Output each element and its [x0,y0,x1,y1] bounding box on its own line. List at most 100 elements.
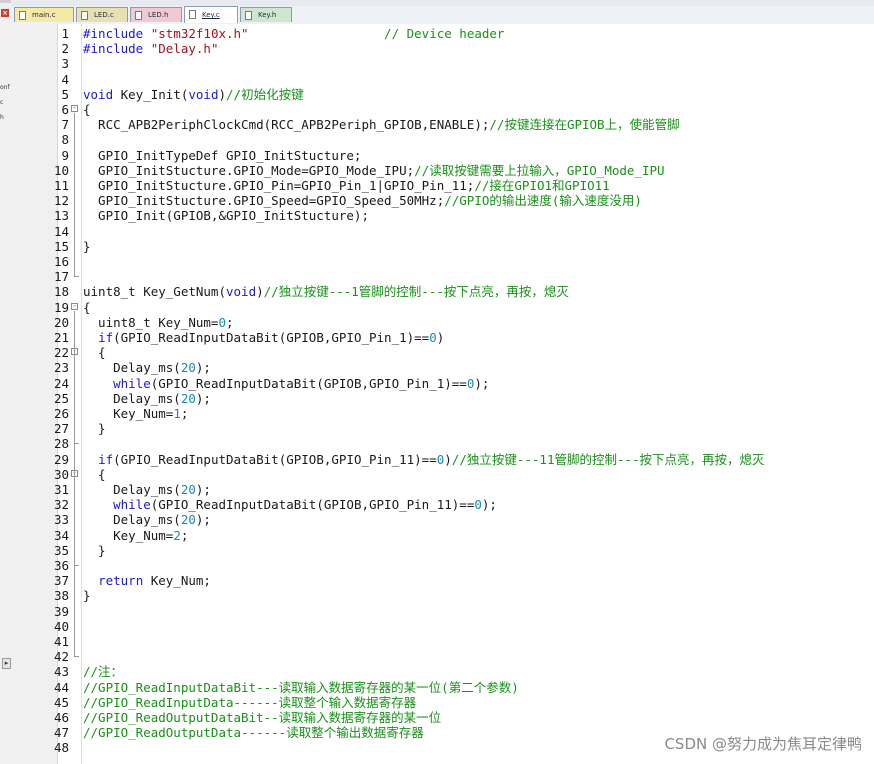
tab-key-c[interactable]: Key.c [184,6,238,23]
line-number: 13 [53,208,69,224]
line-number: 31 [53,482,69,497]
line-number: 45 [53,694,69,710]
fold-toggle-icon[interactable]: - [71,105,78,112]
code-text: //GPIO_ReadInputData------读取整个输入数据寄存器 [83,694,417,710]
code-line[interactable]: 14 [11,224,874,239]
pane-top-toolbar [0,0,11,3]
code-line[interactable]: 31 Delay_ms(20); [11,482,874,497]
code-line[interactable]: 45 //GPIO_ReadInputData------读取整个输入数据寄存器 [11,695,874,710]
tab-label: main.c [32,11,56,19]
code-text: Delay_ms(20); [83,482,211,497]
code-line[interactable]: 35 } [11,543,874,558]
code-line[interactable]: 16 [11,254,874,269]
code-line[interactable]: 39 [11,604,874,619]
code-line[interactable]: 44 //GPIO_ReadInputDataBit---读取输入数据寄存器的某一… [11,680,874,695]
code-line[interactable]: 24 while(GPIO_ReadInputDataBit(GPIOB,GPI… [11,376,874,391]
code-line[interactable]: 11 GPIO_InitStucture.GPIO_Pin=GPIO_Pin_1… [11,178,874,193]
code-line[interactable]: 4 [11,72,874,87]
code-line[interactable]: 27 } [11,421,874,436]
code-line[interactable]: 17 [11,269,874,284]
tab-main-c[interactable]: main.c [14,7,74,22]
line-number: 46 [53,710,69,725]
code-line[interactable]: 41 [11,634,874,649]
code-line[interactable]: 21 if(GPIO_ReadInputDataBit(GPIOB,GPIO_P… [11,330,874,345]
code-line[interactable]: 22- { [11,345,874,360]
tab-key-h[interactable]: Key.h [240,7,292,22]
code-line[interactable]: 1 #include "stm32f10x.h" // Device header [11,26,874,41]
tree-item-label[interactable]: h [0,110,11,125]
code-line[interactable]: 19-{ [11,300,874,315]
tab-led-h[interactable]: LED.h [130,7,182,22]
code-line[interactable]: 15} [11,239,874,254]
code-text: //注： [83,664,124,680]
code-line[interactable]: 8 [11,132,874,147]
fold-toggle-icon[interactable]: - [71,302,78,310]
code-line[interactable]: 25 Delay_ms(20); [11,391,874,406]
code-line[interactable]: 5 void Key_Init(void)//初始化按键 [11,87,874,102]
line-number: 41 [53,634,69,649]
code-text: Delay_ms(20); [83,512,211,528]
tab-led-c[interactable]: LED.c [76,7,128,22]
code-line[interactable]: 28 [11,436,874,451]
line-number: 34 [53,527,69,543]
code-editor[interactable]: 1 #include "stm32f10x.h" // Device header… [11,24,874,764]
line-number: 2 [61,41,69,57]
code-line[interactable]: 34 Key_Num=2; [11,528,874,543]
line-number: 42 [53,649,69,665]
project-tree-cut-labels: onf c h [0,80,11,125]
close-pane-icon[interactable]: × [1,9,9,17]
code-line[interactable]: 42 [11,649,874,664]
code-line[interactable]: 30- { [11,467,874,482]
line-number: 4 [61,71,69,87]
code-line[interactable]: 33 Delay_ms(20); [11,512,874,527]
code-line[interactable]: 36 [11,558,874,573]
code-text: RCC_APB2PeriphClockCmd(RCC_APB2Periph_GP… [83,117,680,133]
line-number: 18 [53,284,69,300]
fold-guide-line [74,477,75,565]
line-number: 11 [53,178,69,193]
code-text: uint8_t Key_GetNum(void)//独立按键---1管脚的控制-… [83,284,569,300]
fold-guide-line [74,113,75,277]
code-line[interactable]: 40 [11,619,874,634]
code-line[interactable]: 7 RCC_APB2PeriphClockCmd(RCC_APB2Periph_… [11,117,874,132]
code-line[interactable]: 26 Key_Num=1; [11,406,874,421]
code-line[interactable]: 38} [11,588,874,603]
code-line[interactable]: 23 Delay_ms(20); [11,360,874,375]
code-line[interactable]: 12 GPIO_InitStucture.GPIO_Speed=GPIO_Spe… [11,193,874,208]
line-number: 3 [61,56,69,72]
line-number: 27 [53,421,69,437]
code-line[interactable]: 20 uint8_t Key_Num=0; [11,315,874,330]
code-line[interactable]: 10 GPIO_InitStucture.GPIO_Mode=GPIO_Mode… [11,163,874,178]
code-line[interactable]: 32 while(GPIO_ReadInputDataBit(GPIOB,GPI… [11,497,874,512]
code-line[interactable]: 13 GPIO_Init(GPIOB,&GPIO_InitStucture); [11,208,874,223]
editor-tab-bar: main.c LED.c LED.h Key.c Key.h [11,0,874,25]
scroll-right-arrow-icon[interactable]: ▸ [2,658,11,669]
code-line[interactable]: 37 return Key_Num; [11,573,874,588]
line-number: 24 [53,375,69,391]
code-line[interactable]: 29 if(GPIO_ReadInputDataBit(GPIOB,GPIO_P… [11,452,874,467]
code-line[interactable]: 9 GPIO_InitTypeDef GPIO_InitStucture; [11,148,874,163]
code-line[interactable]: 18 uint8_t Key_GetNum(void)//独立按键---1管脚的控… [11,284,874,299]
line-number: 37 [53,573,69,589]
code-line[interactable]: 3 [11,56,874,71]
line-number: 38 [53,588,69,604]
code-text: } [83,238,91,254]
fold-guide-line [74,356,75,444]
code-line[interactable]: 43 //注： [11,664,874,679]
line-number: 30 [53,466,69,482]
tree-item-label[interactable]: onf [0,80,11,95]
code-text: { [83,466,106,482]
line-number: 6 [61,102,69,117]
code-line[interactable]: 2 #include "Delay.h" [11,41,874,56]
line-number: 14 [53,223,69,239]
tree-item-label[interactable]: c [0,95,11,110]
code-line[interactable]: 6-{ [11,102,874,117]
code-text: //GPIO_ReadOutputData------读取整个输出数据寄存器 [83,725,424,741]
code-line[interactable]: 46 //GPIO_ReadOutputDataBit--读取输入数据寄存器的某一… [11,710,874,725]
line-number: 28 [53,436,69,452]
line-number: 1 [61,26,69,41]
code-text: while(GPIO_ReadInputDataBit(GPIOB,GPIO_P… [113,497,497,513]
code-text: GPIO_InitTypeDef GPIO_InitStucture; [83,147,362,163]
line-number: 29 [53,451,69,467]
line-number: 8 [61,132,69,148]
